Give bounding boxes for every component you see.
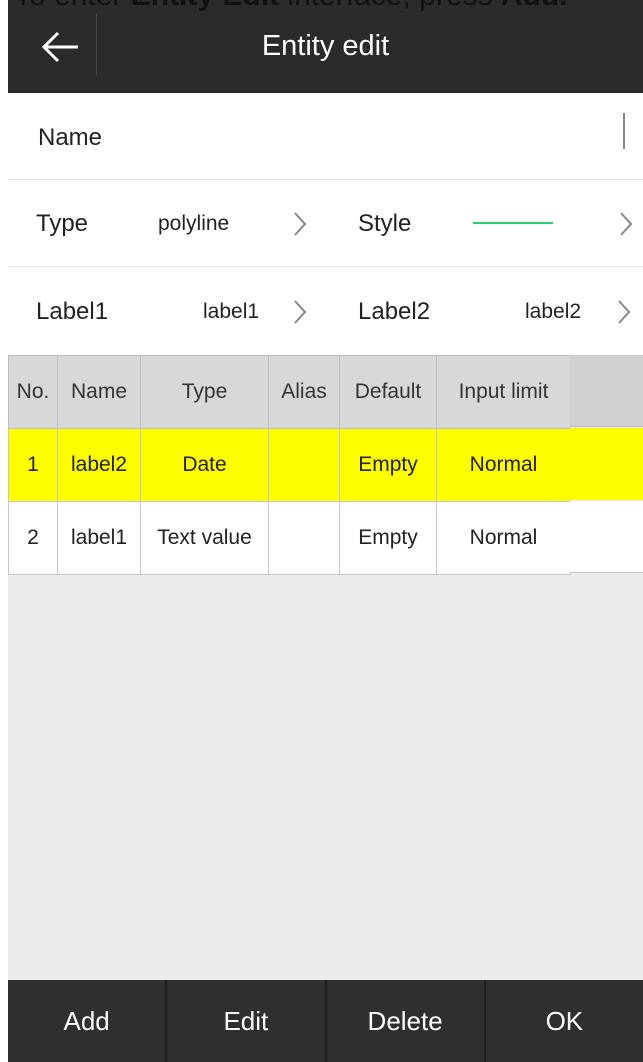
type-label: Type [36, 210, 89, 237]
table-row[interactable]: 2 label1 Text value Empty Normal [8, 501, 571, 575]
instruction-caption: To enter Entity Edit interface, press Ad… [0, 0, 643, 14]
column-header-alias: Alias [268, 355, 340, 429]
caption-bold-2: Add. [501, 0, 568, 12]
chevron-right-icon [294, 300, 307, 324]
cell-no: 2 [8, 501, 58, 575]
name-field-row[interactable]: Name [8, 93, 643, 180]
column-header-input-limit: Input limit [436, 355, 571, 429]
table-header-row: No. Name Type Alias Default Input limit [8, 355, 571, 429]
column-header-no: No. [8, 355, 58, 429]
label1-selector[interactable]: label1 [198, 267, 318, 355]
arrow-left-icon [41, 31, 78, 62]
label1-label: Label1 [36, 298, 109, 325]
caption-prefix: To enter [14, 0, 131, 12]
style-line-preview [473, 222, 553, 224]
delete-button[interactable]: Delete [327, 980, 486, 1062]
cell-alias [268, 428, 340, 502]
cell-default: Empty [339, 501, 437, 575]
chevron-right-icon [294, 212, 307, 236]
fields-table: No. Name Type Alias Default Input limit … [8, 355, 571, 575]
add-button[interactable]: Add [8, 980, 168, 1062]
name-label: Name [38, 124, 103, 151]
cell-input-limit: Normal [436, 501, 571, 575]
row-filler [570, 428, 643, 500]
label1-value: label1 [203, 300, 260, 323]
type-selector[interactable]: polyline [158, 180, 318, 266]
text-cursor [623, 113, 625, 149]
caption-bold-1: Entity Edit [131, 0, 279, 12]
cell-type: Text value [140, 501, 269, 575]
label2-value: label2 [525, 300, 582, 323]
cell-alias [268, 501, 340, 575]
type-value: polyline [158, 212, 230, 235]
chevron-right-icon [618, 300, 631, 324]
ok-button[interactable]: OK [486, 980, 643, 1062]
fields-table-area: No. Name Type Alias Default Input limit … [8, 355, 643, 980]
cell-no: 1 [8, 428, 58, 502]
cell-name: label2 [57, 428, 141, 502]
action-bar: Add Edit Delete OK [8, 980, 643, 1062]
cell-input-limit: Normal [436, 428, 571, 502]
header-divider [96, 14, 97, 76]
type-style-row: Type polyline Style [8, 180, 643, 267]
cell-name: label1 [57, 501, 141, 575]
column-header-type: Type [140, 355, 269, 429]
label2-selector[interactable]: label2 [518, 267, 643, 355]
header-filler [570, 355, 643, 427]
chevron-right-icon [620, 212, 633, 236]
column-header-name: Name [57, 355, 141, 429]
cell-type: Date [140, 428, 269, 502]
style-selector[interactable] [468, 180, 643, 266]
table-row[interactable]: 1 label2 Date Empty Normal [8, 428, 571, 502]
column-header-default: Default [339, 355, 437, 429]
caption-middle: interface, press [279, 0, 501, 12]
label2-label: Label2 [358, 298, 431, 325]
style-label: Style [358, 210, 412, 237]
cell-default: Empty [339, 428, 437, 502]
row-filler [570, 501, 643, 573]
left-edge [0, 0, 8, 1062]
labels-row: Label1 label1 Label2 label2 [8, 267, 643, 355]
edit-button[interactable]: Edit [167, 980, 327, 1062]
